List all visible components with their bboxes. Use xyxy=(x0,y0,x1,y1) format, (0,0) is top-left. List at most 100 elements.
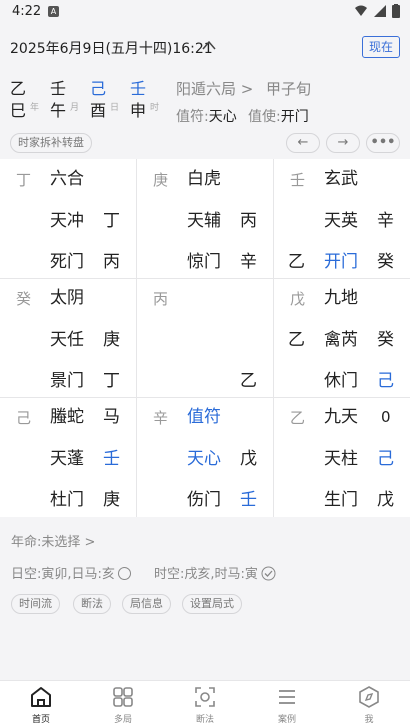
palace-door: 生门 xyxy=(324,490,358,510)
day-gan: 己 xyxy=(90,79,107,98)
check-circle-icon[interactable] xyxy=(261,566,276,581)
palace-door: 杜门 xyxy=(50,490,84,510)
notification-icon: A xyxy=(48,6,59,17)
palace-stem: 丁 xyxy=(16,171,32,189)
xun-label: 甲子旬 xyxy=(266,80,312,98)
palace-star-stem: 丙 xyxy=(240,211,257,231)
hour-pillar: 壬 申 时 xyxy=(130,78,159,122)
palace-star: 天英 xyxy=(324,211,358,231)
compass-icon xyxy=(359,686,379,708)
chevron-up-icon[interactable] xyxy=(202,40,216,50)
tab-multi[interactable]: 多局 xyxy=(82,685,164,725)
next-arrow-icon[interactable]: → xyxy=(326,133,360,153)
tab-duanfa[interactable]: 断法 xyxy=(164,685,246,725)
wifi-icon xyxy=(355,5,367,16)
nianming-selector[interactable]: 年命:未选择 > xyxy=(11,531,95,550)
palace-star: 天蓬 xyxy=(50,449,84,469)
status-time: 4:22 xyxy=(12,4,42,19)
scan-icon xyxy=(195,687,215,707)
palace-star: 天柱 xyxy=(324,449,358,469)
zhishi-label: 值使: xyxy=(248,109,281,125)
rikong-info: 日空:寅卯,日马:亥 xyxy=(11,563,131,582)
palace-star: 天冲 xyxy=(50,211,84,231)
palace-god: 白虎 xyxy=(187,169,221,189)
tab-cases[interactable]: 案例 xyxy=(246,685,328,725)
palace-stem: 丙 xyxy=(153,290,169,308)
month-label: 月 xyxy=(70,103,80,113)
palace-star-stem: 癸 xyxy=(377,330,394,350)
duanfa-button[interactable]: 断法 xyxy=(73,594,111,614)
palace-9[interactable]: 乙 九天 0 天柱 己 生门 戊 xyxy=(274,398,410,517)
palace-god: 值符 xyxy=(187,407,221,427)
palace-god: 玄武 xyxy=(324,169,358,189)
palace-door-stem: 己 xyxy=(377,371,394,391)
more-icon[interactable]: ••• xyxy=(366,133,400,153)
zhifu-value: 天心 xyxy=(208,109,237,125)
palace-door: 开门 xyxy=(324,252,358,272)
prev-arrow-icon[interactable]: ← xyxy=(286,133,320,153)
status-bar: 4:22 A xyxy=(0,0,410,26)
tab-duanfa-label: 断法 xyxy=(195,715,214,725)
palace-door: 惊门 xyxy=(187,252,221,272)
palace-extra-stem: 乙 xyxy=(288,252,305,272)
palace-door-stem: 丙 xyxy=(103,252,120,272)
method-pill[interactable]: 时家拆补转盘 xyxy=(10,133,92,153)
circle-icon[interactable] xyxy=(117,567,131,580)
date-display[interactable]: 2025年6月9日(五月十四)16:21 xyxy=(10,38,213,58)
palace-stem: 辛 xyxy=(153,409,169,427)
palace-door-stem: 丁 xyxy=(103,371,120,391)
palace-god: 九天 xyxy=(324,407,358,427)
shikong-text: 时空:戌亥,时马:寅 xyxy=(154,567,258,582)
ju-selector[interactable]: 阳遁六局 > xyxy=(176,78,253,99)
palace-stem: 戊 xyxy=(290,290,306,308)
palace-5-center[interactable]: 丙 乙 xyxy=(137,279,273,398)
tab-me-label: 我 xyxy=(364,715,374,725)
grid-icon xyxy=(113,687,133,707)
settings-button[interactable]: 设置局式 xyxy=(182,594,242,614)
shikong-info: 时空:戌亥,时马:寅 xyxy=(154,563,276,582)
palace-star-stem: 壬 xyxy=(103,449,120,469)
palace-star-stem: 戊 xyxy=(240,449,257,469)
palace-8[interactable]: 辛 值符 天心 戊 伤门 壬 xyxy=(137,398,273,517)
tab-home-label: 首页 xyxy=(31,715,50,725)
palace-star-stem: 己 xyxy=(377,449,394,469)
palace-4[interactable]: 癸 太阴 天任 庚 景门 丁 xyxy=(0,279,136,398)
tab-me[interactable]: 我 xyxy=(328,685,410,725)
palace-god: 太阴 xyxy=(50,288,84,308)
palace-1[interactable]: 丁 六合 天冲 丁 死门 丙 xyxy=(0,159,136,278)
palace-god: 六合 xyxy=(50,169,84,189)
zhishi-value: 开门 xyxy=(280,109,309,125)
palace-door-stem: 癸 xyxy=(377,252,394,272)
palace-3[interactable]: 壬 玄武 天英 辛 乙 开门 癸 xyxy=(274,159,410,278)
ju-info-button[interactable]: 局信息 xyxy=(122,594,171,614)
zhifu-info: 值符:天心 xyxy=(176,106,237,126)
palace-stem: 庚 xyxy=(153,171,169,189)
home-icon xyxy=(31,687,51,707)
day-label: 日 xyxy=(110,103,120,113)
time-flow-button[interactable]: 时间流 xyxy=(11,594,60,614)
bottom-tab-bar: 首页 多局 断法 案例 我 xyxy=(0,680,410,728)
palace-6[interactable]: 戊 九地 乙 禽芮 癸 休门 己 xyxy=(274,279,410,398)
tab-home[interactable]: 首页 xyxy=(0,685,82,725)
palace-stem: 乙 xyxy=(290,409,306,427)
now-button[interactable]: 现在 xyxy=(362,36,400,58)
hour-gan: 壬 xyxy=(130,79,147,98)
palace-star-stem: 丁 xyxy=(103,211,120,231)
palace-door: 休门 xyxy=(324,371,358,391)
palace-door-stem: 辛 xyxy=(240,252,257,272)
palace-door-stem: 壬 xyxy=(240,490,257,510)
status-icons xyxy=(354,4,400,18)
month-gan: 壬 xyxy=(50,79,67,98)
palace-door-stem: 乙 xyxy=(240,371,257,391)
nine-palace-grid: 丁 六合 天冲 丁 死门 丙 庚 白虎 天辅 丙 惊门 辛 壬 玄武 天英 辛 … xyxy=(0,159,410,517)
year-gan: 乙 xyxy=(10,79,27,98)
palace-door-stem: 戊 xyxy=(377,490,394,510)
palace-star: 天心 xyxy=(187,449,221,469)
palace-stem: 己 xyxy=(16,409,32,427)
tab-multi-label: 多局 xyxy=(113,715,132,725)
palace-door-stem: 庚 xyxy=(103,490,120,510)
year-label: 年 xyxy=(30,103,40,113)
palace-2[interactable]: 庚 白虎 天辅 丙 惊门 辛 xyxy=(137,159,273,278)
palace-7[interactable]: 己 螣蛇 马 天蓬 壬 杜门 庚 xyxy=(0,398,136,517)
palace-star-stem: 辛 xyxy=(377,211,394,231)
